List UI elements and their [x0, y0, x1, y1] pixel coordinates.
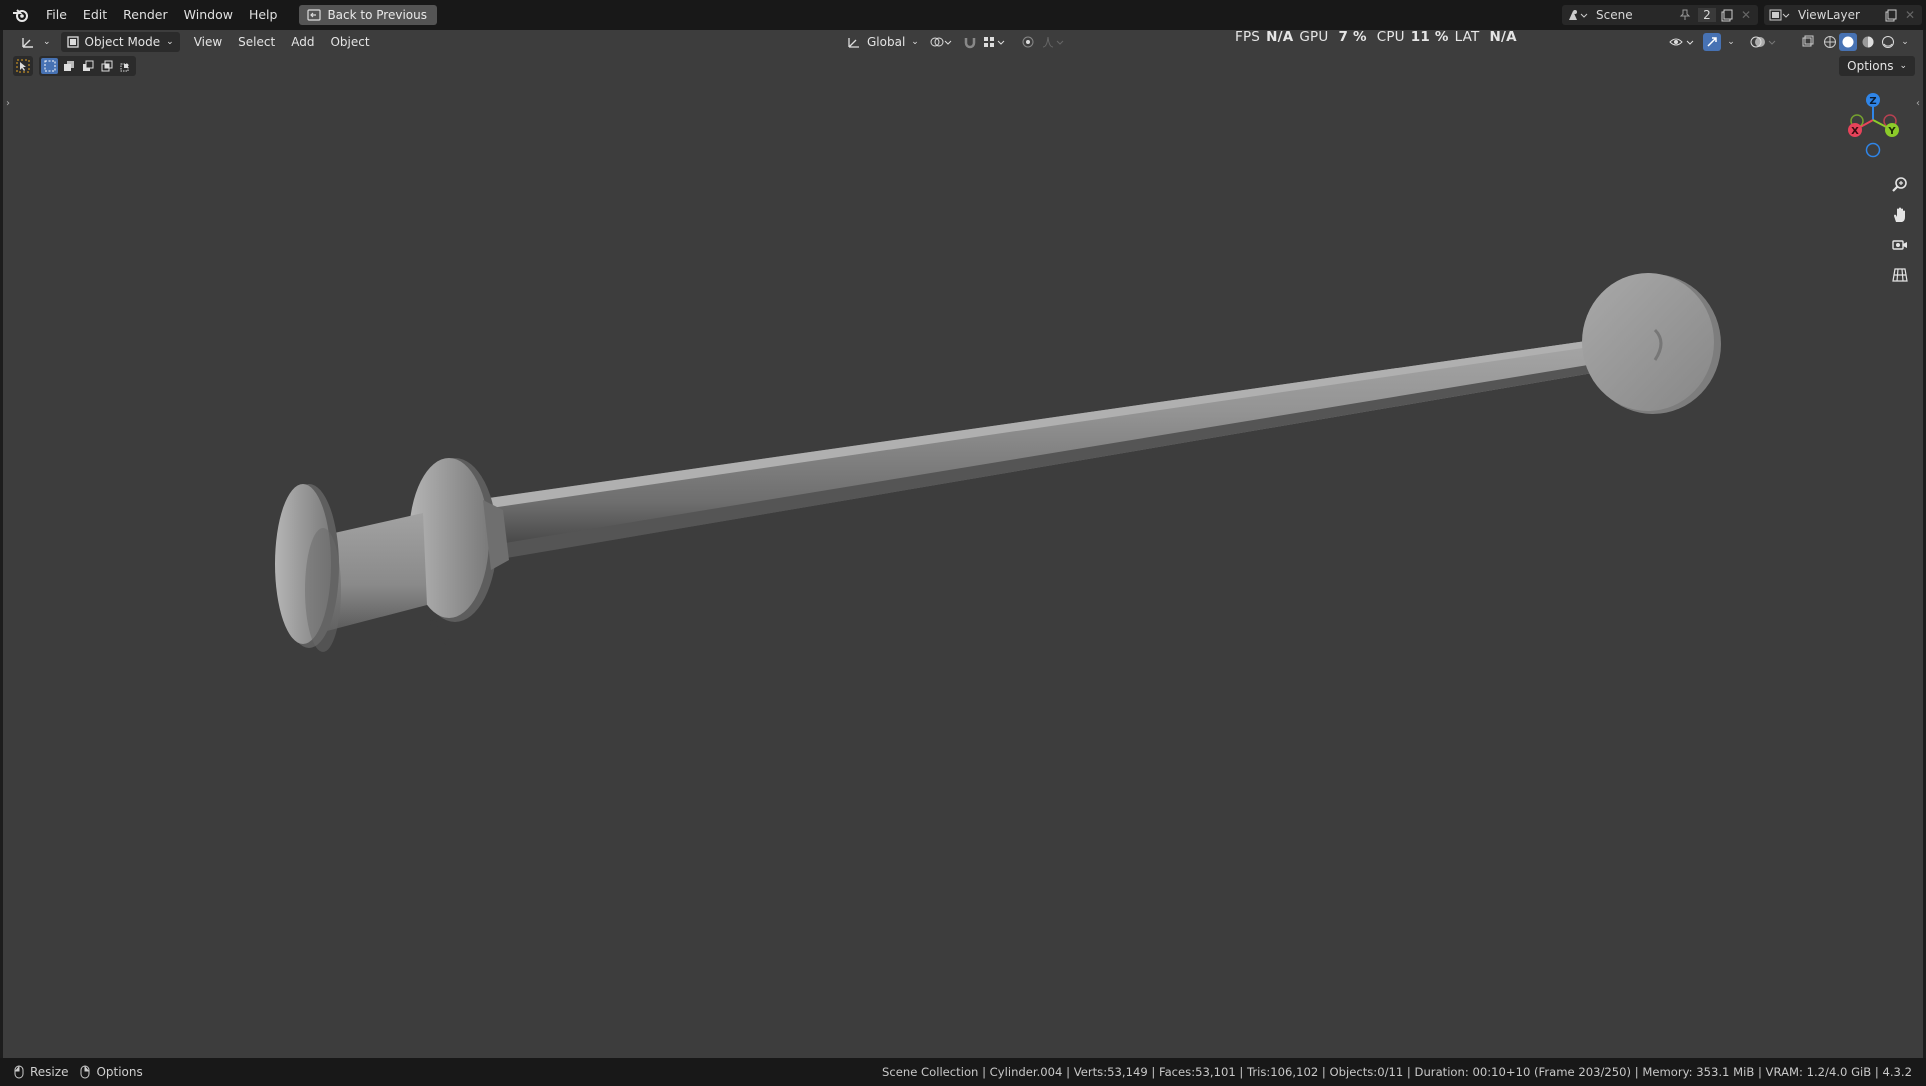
view-layer-selector[interactable]: ViewLayer ✕ [1764, 5, 1922, 25]
back-to-previous-button[interactable]: Back to Previous [299, 5, 437, 25]
back-to-previous-label: Back to Previous [327, 8, 427, 22]
view-layer-icon [1764, 8, 1794, 22]
3d-viewport[interactable]: ⌄ Object Mode ⌄ View Select Add Object G… [3, 29, 1923, 1058]
menu-render[interactable]: Render [115, 4, 176, 26]
mouse-left-icon [14, 1065, 24, 1079]
status-bar: Resize Options Scene Collection | Cylind… [0, 1058, 1926, 1086]
scene-statistics: Scene Collection | Cylinder.004 | Verts:… [882, 1065, 1912, 1079]
top-bar: File Edit Render Window Help Back to Pre… [0, 0, 1926, 30]
status-options-label: Options [96, 1065, 143, 1079]
scene-count: 2 [1698, 8, 1716, 22]
blender-logo-icon[interactable] [10, 4, 32, 26]
menu-file[interactable]: File [38, 4, 75, 26]
mouse-right-icon [80, 1065, 90, 1079]
delete-scene-icon[interactable]: ✕ [1738, 8, 1754, 22]
menu-help[interactable]: Help [241, 4, 286, 26]
status-resize-label: Resize [30, 1065, 69, 1079]
back-icon [307, 9, 322, 21]
menu-window[interactable]: Window [176, 4, 241, 26]
scene-name[interactable]: Scene [1592, 8, 1676, 22]
cylinder-mesh-model[interactable] [3, 30, 1923, 1058]
menu-edit[interactable]: Edit [75, 4, 115, 26]
view-layer-name[interactable]: ViewLayer [1794, 8, 1880, 22]
new-scene-icon[interactable] [1716, 9, 1738, 22]
pin-icon[interactable] [1676, 9, 1694, 21]
scene-selector[interactable]: Scene 2 ✕ [1562, 5, 1758, 25]
delete-view-layer-icon[interactable]: ✕ [1902, 8, 1918, 22]
scene-icon [1562, 8, 1592, 22]
new-view-layer-icon[interactable] [1880, 9, 1902, 22]
